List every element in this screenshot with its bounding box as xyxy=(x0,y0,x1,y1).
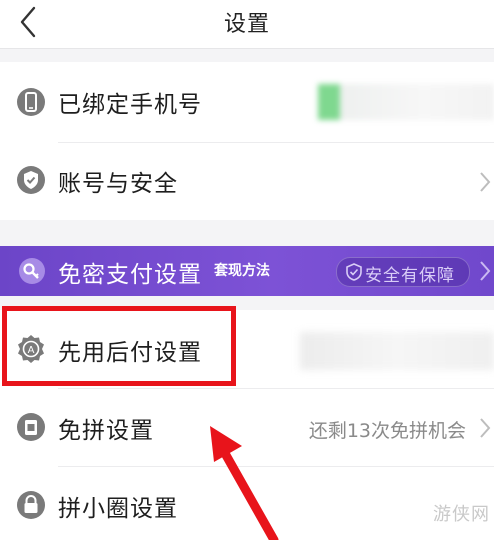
shield-check-icon xyxy=(346,263,362,281)
chevron-right-icon xyxy=(480,172,491,192)
header-bar: 设置 xyxy=(0,0,494,49)
settings-item-label: 拼小圈设置 xyxy=(58,496,178,522)
chevron-right-icon xyxy=(480,418,491,438)
settings-item-label: 免拼设置 xyxy=(58,418,154,444)
safety-badge: 安全有保障 xyxy=(336,257,470,287)
highlight-box xyxy=(2,306,236,386)
blurred-value xyxy=(300,332,494,370)
overlay-caption: 套现方法 xyxy=(214,263,270,279)
page-title: 设置 xyxy=(223,12,270,37)
phone-number-blurred xyxy=(318,84,494,120)
watermark: 游侠网 xyxy=(433,504,490,525)
group-ticket-icon xyxy=(17,413,45,441)
settings-item-label: 已绑定手机号 xyxy=(58,92,202,118)
settings-item-account-security[interactable]: 账号与安全 xyxy=(0,142,494,220)
phone-icon xyxy=(17,88,45,116)
divider xyxy=(58,388,494,389)
free-group-remaining: 还剩13次免拼机会 xyxy=(308,420,466,442)
settings-item-label: 账号与安全 xyxy=(58,171,178,197)
divider xyxy=(58,142,494,143)
settings-item-label: 免密支付设置 xyxy=(58,262,202,288)
safety-badge-text: 安全有保障 xyxy=(365,266,455,286)
shield-icon xyxy=(17,166,45,194)
lock-icon xyxy=(17,491,45,519)
settings-item-secret-pay[interactable]: 免密支付设置 套现方法 安全有保障 xyxy=(0,246,494,296)
settings-item-phone[interactable]: 已绑定手机号 xyxy=(0,62,494,142)
pointer-arrow xyxy=(210,426,279,540)
chevron-right-icon xyxy=(480,261,491,281)
key-icon xyxy=(19,258,45,284)
